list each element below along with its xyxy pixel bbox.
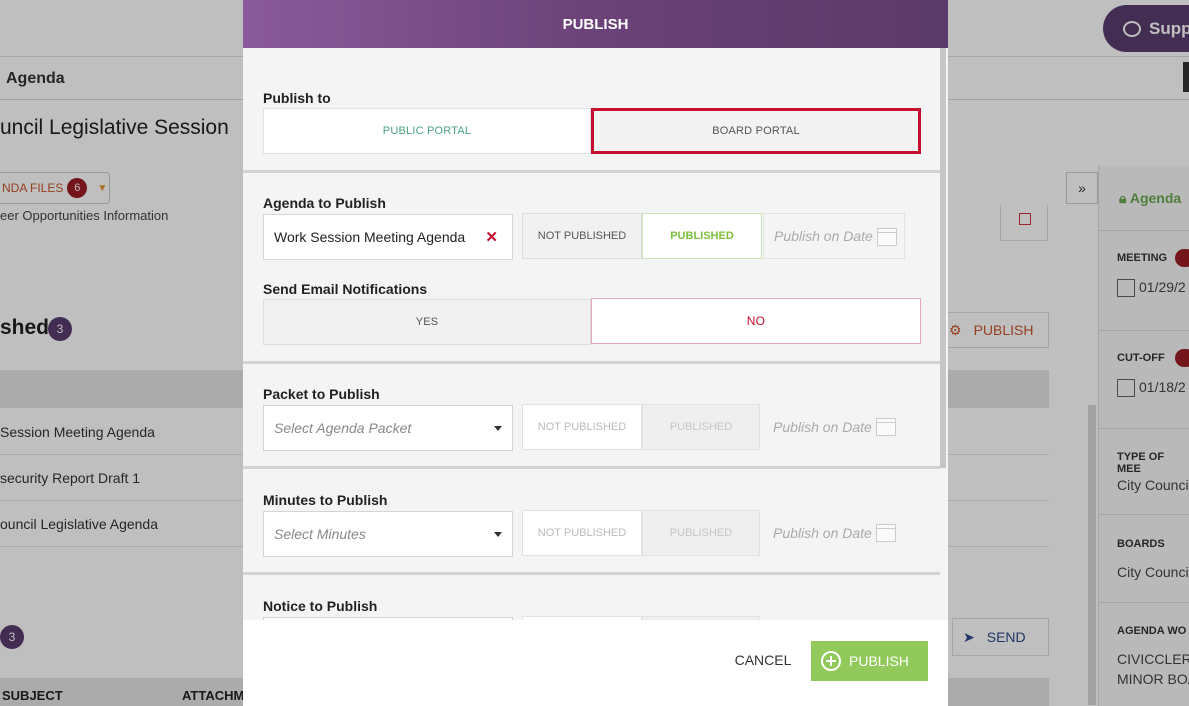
email-yes-option[interactable]: YES <box>263 299 591 345</box>
modal-header: PUBLISH <box>243 0 948 48</box>
agenda-published-option[interactable]: PUBLISHED <box>642 213 762 259</box>
minutes-published-option[interactable]: PUBLISHED <box>642 510 760 556</box>
packet-select-placeholder: Select Agenda Packet <box>274 420 412 436</box>
modal-body: Publish to PUBLIC PORTAL BOARD PORTAL Ag… <box>243 48 940 620</box>
publish-button-label: PUBLISH <box>849 653 909 669</box>
packet-to-publish-label: Packet to Publish <box>263 386 380 402</box>
agenda-not-published-option[interactable]: NOT PUBLISHED <box>522 213 642 259</box>
section-divider <box>243 170 940 173</box>
cancel-button[interactable]: CANCEL <box>723 640 803 680</box>
clear-icon[interactable]: ✕ <box>485 228 498 246</box>
packet-not-published-option[interactable]: NOT PUBLISHED <box>522 404 642 450</box>
caret-down-icon <box>494 426 502 431</box>
scrollbar-thumb[interactable] <box>940 48 946 468</box>
agenda-select-value: Work Session Meeting Agenda <box>274 229 466 245</box>
modal-scrollbar[interactable] <box>940 48 948 620</box>
caret-down-icon <box>494 532 502 537</box>
calendar-icon[interactable] <box>876 524 896 542</box>
minutes-publish-date-input[interactable]: Publish on Date <box>763 510 905 556</box>
agenda-select[interactable]: Work Session Meeting Agenda ✕ <box>263 214 513 260</box>
section-divider <box>243 466 940 469</box>
plus-circle-icon <box>821 651 841 671</box>
packet-publish-date-input[interactable]: Publish on Date <box>763 404 905 450</box>
minutes-to-publish-label: Minutes to Publish <box>263 492 388 508</box>
section-divider <box>243 361 940 364</box>
date-placeholder: Publish on Date <box>773 525 872 541</box>
notice-to-publish-label: Notice to Publish <box>263 598 378 614</box>
board-portal-option[interactable]: BOARD PORTAL <box>591 108 921 154</box>
date-placeholder: Publish on Date <box>774 228 873 244</box>
packet-select[interactable]: Select Agenda Packet <box>263 405 513 451</box>
calendar-icon[interactable] <box>876 418 896 436</box>
calendar-icon[interactable] <box>877 228 897 246</box>
publish-to-label: Publish to <box>263 90 331 106</box>
publish-modal: PUBLISH Publish to PUBLIC PORTAL BOARD P… <box>243 0 948 706</box>
section-divider <box>243 572 940 575</box>
agenda-publish-date-input[interactable]: Publish on Date <box>763 213 905 259</box>
modal-title: PUBLISH <box>562 15 629 33</box>
minutes-select-placeholder: Select Minutes <box>274 526 366 542</box>
date-placeholder: Publish on Date <box>773 419 872 435</box>
minutes-not-published-option[interactable]: NOT PUBLISHED <box>522 510 642 556</box>
publish-button[interactable]: PUBLISH <box>811 641 928 681</box>
packet-published-option[interactable]: PUBLISHED <box>642 404 760 450</box>
email-notifications-label: Send Email Notifications <box>263 281 428 297</box>
minutes-select[interactable]: Select Minutes <box>263 511 513 557</box>
agenda-to-publish-label: Agenda to Publish <box>263 195 386 211</box>
email-no-option[interactable]: NO <box>591 298 921 344</box>
public-portal-option[interactable]: PUBLIC PORTAL <box>263 108 591 154</box>
